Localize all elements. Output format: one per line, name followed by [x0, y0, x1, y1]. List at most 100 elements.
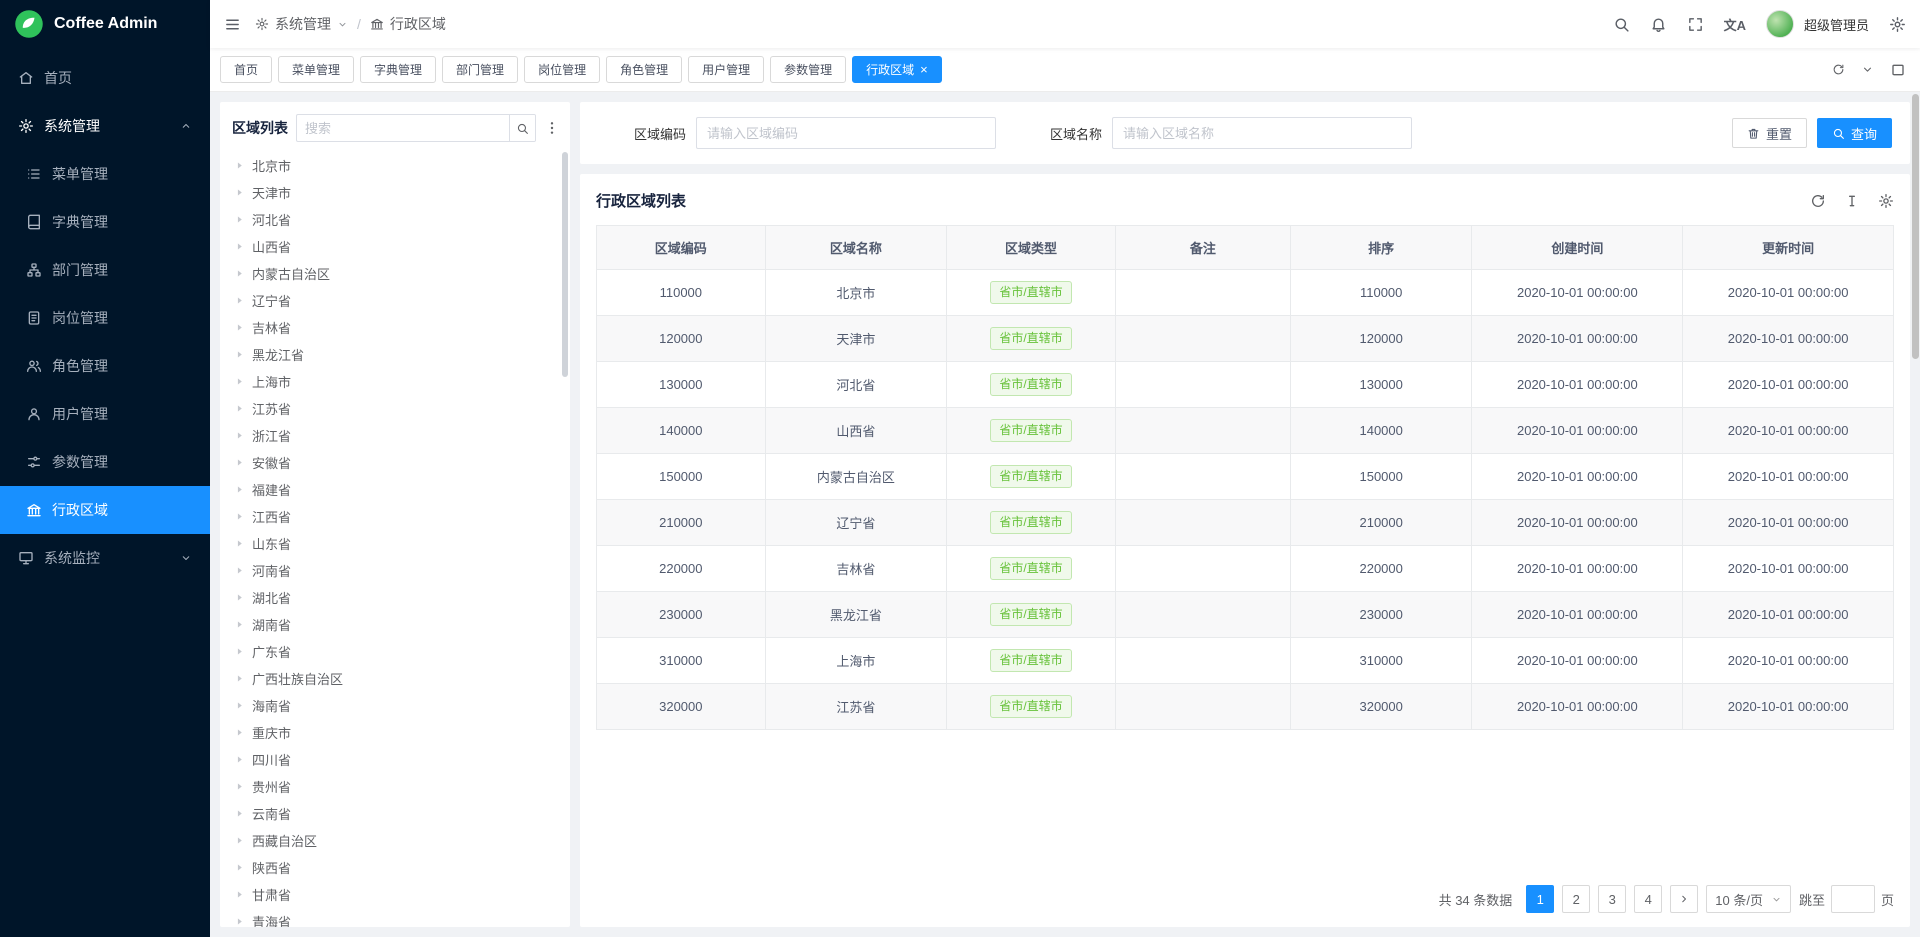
caret-right-icon[interactable] [234, 727, 245, 738]
tab[interactable]: 行政区域 × [852, 56, 942, 83]
tree-item[interactable]: 福建省 [232, 476, 560, 503]
tree-item[interactable]: 内蒙古自治区 [232, 260, 560, 287]
page-button[interactable]: 3 [1598, 885, 1626, 913]
tree-item[interactable]: 河北省 [232, 206, 560, 233]
caret-right-icon[interactable] [234, 241, 245, 252]
chevron-down-icon[interactable] [337, 19, 348, 30]
app-logo[interactable]: Coffee Admin [0, 0, 210, 48]
table-row[interactable]: 230000 黑龙江省 省市/直辖市 230000 2020-10-01 00:… [597, 592, 1894, 638]
caret-right-icon[interactable] [234, 619, 245, 630]
tree-item[interactable]: 河南省 [232, 557, 560, 584]
table-row[interactable]: 320000 江苏省 省市/直辖市 320000 2020-10-01 00:0… [597, 684, 1894, 730]
tab-close-icon[interactable]: × [920, 63, 928, 76]
user-name[interactable]: 超级管理员 [1804, 15, 1869, 34]
translate-icon[interactable]: 文A [1724, 15, 1746, 34]
tree-item[interactable]: 海南省 [232, 692, 560, 719]
sidebar-subitem[interactable]: 行政区域 [0, 486, 210, 534]
tree-item[interactable]: 北京市 [232, 152, 560, 179]
tab[interactable]: 参数管理 × [770, 56, 846, 83]
tree-item[interactable]: 贵州省 [232, 773, 560, 800]
tab[interactable]: 字典管理 × [360, 56, 436, 83]
caret-right-icon[interactable] [234, 538, 245, 549]
notification-bell-icon[interactable] [1650, 16, 1667, 33]
sidebar-subitem[interactable]: 角色管理 [0, 342, 210, 390]
tree-item[interactable]: 青海省 [232, 908, 560, 927]
tree-item[interactable]: 湖南省 [232, 611, 560, 638]
tree-search-button[interactable] [509, 115, 535, 141]
table-row[interactable]: 220000 吉林省 省市/直辖市 220000 2020-10-01 00:0… [597, 546, 1894, 592]
tree-scrollbar[interactable] [562, 152, 568, 377]
fullscreen-icon[interactable] [1687, 16, 1704, 33]
caret-right-icon[interactable] [234, 646, 245, 657]
settings-gear-icon[interactable] [1889, 16, 1906, 33]
caret-right-icon[interactable] [234, 322, 245, 333]
scrollbar-thumb[interactable] [1912, 94, 1919, 359]
caret-right-icon[interactable] [234, 268, 245, 279]
table-row[interactable]: 110000 北京市 省市/直辖市 110000 2020-10-01 00:0… [597, 270, 1894, 316]
tree-item[interactable]: 辽宁省 [232, 287, 560, 314]
name-field[interactable] [1112, 117, 1412, 149]
next-page-button[interactable] [1670, 885, 1698, 913]
more-options-icon[interactable] [544, 120, 560, 136]
tree-item[interactable]: 云南省 [232, 800, 560, 827]
tab[interactable]: 角色管理 × [606, 56, 682, 83]
avatar[interactable] [1766, 10, 1794, 38]
search-button[interactable]: 查询 [1817, 118, 1892, 148]
search-icon[interactable] [1613, 16, 1630, 33]
tree-item[interactable]: 湖北省 [232, 584, 560, 611]
sidebar-subitem[interactable]: 菜单管理 [0, 150, 210, 198]
table-row[interactable]: 130000 河北省 省市/直辖市 130000 2020-10-01 00:0… [597, 362, 1894, 408]
sidebar-item-monitor[interactable]: 系统监控 [0, 534, 210, 582]
sidebar-item-home[interactable]: 首页 [0, 54, 210, 102]
sidebar-subitem[interactable]: 参数管理 [0, 438, 210, 486]
table-row[interactable]: 210000 辽宁省 省市/直辖市 210000 2020-10-01 00:0… [597, 500, 1894, 546]
tree-item[interactable]: 山西省 [232, 233, 560, 260]
caret-right-icon[interactable] [234, 160, 245, 171]
tree-item[interactable]: 四川省 [232, 746, 560, 773]
caret-right-icon[interactable] [234, 673, 245, 684]
caret-right-icon[interactable] [234, 835, 245, 846]
jump-input[interactable] [1831, 885, 1875, 913]
tree-item[interactable]: 安徽省 [232, 449, 560, 476]
tab[interactable]: 菜单管理 × [278, 56, 354, 83]
caret-right-icon[interactable] [234, 484, 245, 495]
tree-item[interactable]: 江西省 [232, 503, 560, 530]
breadcrumb-section[interactable]: 系统管理 [275, 14, 331, 34]
page-size-select[interactable]: 10 条/页 [1706, 885, 1791, 913]
caret-right-icon[interactable] [234, 889, 245, 900]
caret-right-icon[interactable] [234, 862, 245, 873]
caret-right-icon[interactable] [234, 457, 245, 468]
table-row[interactable]: 120000 天津市 省市/直辖市 120000 2020-10-01 00:0… [597, 316, 1894, 362]
page-button[interactable]: 4 [1634, 885, 1662, 913]
caret-right-icon[interactable] [234, 295, 245, 306]
page-button[interactable]: 2 [1562, 885, 1590, 913]
caret-right-icon[interactable] [234, 511, 245, 522]
tree-item[interactable]: 重庆市 [232, 719, 560, 746]
caret-right-icon[interactable] [234, 808, 245, 819]
caret-right-icon[interactable] [234, 754, 245, 765]
page-button[interactable]: 1 [1526, 885, 1554, 913]
tree-item[interactable]: 上海市 [232, 368, 560, 395]
tab[interactable]: 用户管理 × [688, 56, 764, 83]
sidebar-subitem[interactable]: 字典管理 [0, 198, 210, 246]
sidebar-subitem[interactable]: 岗位管理 [0, 294, 210, 342]
tab[interactable]: 首页 × [220, 56, 272, 83]
column-settings-icon[interactable] [1878, 193, 1894, 209]
tree-item[interactable]: 江苏省 [232, 395, 560, 422]
table-row[interactable]: 140000 山西省 省市/直辖市 140000 2020-10-01 00:0… [597, 408, 1894, 454]
caret-right-icon[interactable] [234, 349, 245, 360]
table-row[interactable]: 310000 上海市 省市/直辖市 310000 2020-10-01 00:0… [597, 638, 1894, 684]
tree-item[interactable]: 天津市 [232, 179, 560, 206]
tree-item[interactable]: 甘肃省 [232, 881, 560, 908]
window-scrollbar[interactable] [1912, 94, 1919, 937]
caret-right-icon[interactable] [234, 916, 245, 927]
caret-right-icon[interactable] [234, 565, 245, 576]
tree-search-input[interactable] [297, 121, 509, 136]
reset-button[interactable]: 重置 [1732, 118, 1807, 148]
tree-item[interactable]: 山东省 [232, 530, 560, 557]
table-row[interactable]: 150000 内蒙古自治区 省市/直辖市 150000 2020-10-01 0… [597, 454, 1894, 500]
caret-right-icon[interactable] [234, 376, 245, 387]
tab[interactable]: 部门管理 × [442, 56, 518, 83]
caret-right-icon[interactable] [234, 592, 245, 603]
collapse-sidebar-icon[interactable] [224, 16, 241, 33]
